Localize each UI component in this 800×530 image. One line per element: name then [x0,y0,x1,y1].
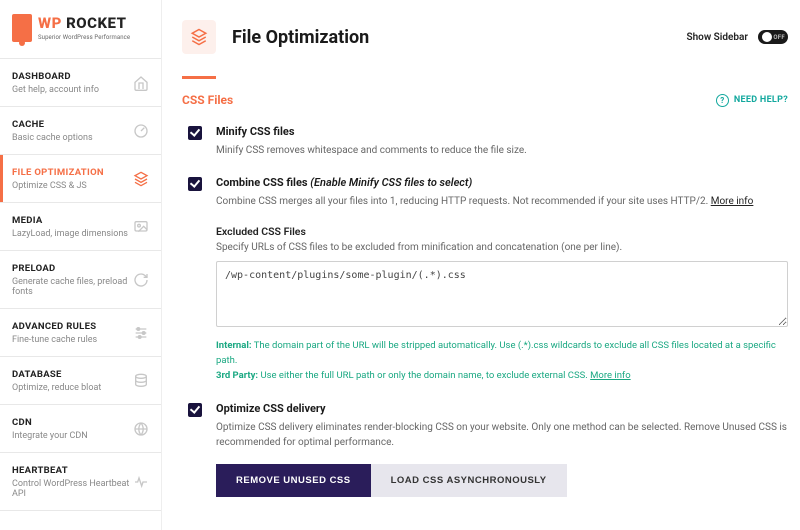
page-header: File Optimization Show Sidebar OFF [182,0,788,54]
main-content: File Optimization Show Sidebar OFF CSS F… [162,0,800,530]
database-icon [133,373,149,389]
help-icon: ? [716,94,729,107]
sidebar-item-database[interactable]: DATABASEOptimize, reduce bloat [0,356,161,404]
sidebar-item-cache[interactable]: CACHEBasic cache options [0,106,161,154]
excluded-css-heading: Excluded CSS Files [216,225,788,238]
optimize-css-checkbox[interactable] [188,403,202,417]
logo: WP ROCKET Superior WordPress Performance [0,0,161,58]
image-icon [133,219,149,235]
need-help-link[interactable]: ?NEED HELP? [716,94,788,107]
sidebar: WP ROCKET Superior WordPress Performance… [0,0,162,530]
excluded-css-hints: Internal: The domain part of the URL wil… [216,338,788,384]
sidebar-item-file-optimization[interactable]: FILE OPTIMIZATIONOptimize CSS & JS [0,154,161,202]
sidebar-item-preload[interactable]: PRELOADGenerate cache files, preload fon… [0,250,161,308]
page-title: File Optimization [232,27,369,48]
section-title: CSS Files [182,93,233,107]
page-icon [182,20,216,54]
home-icon [133,75,149,91]
load-css-async-button[interactable]: LOAD CSS ASYNCHRONOUSLY [371,464,567,497]
sidebar-item-advanced-rules[interactable]: ADVANCED RULESFine-tune cache rules [0,308,161,356]
excluded-css-desc: Specify URLs of CSS files to be excluded… [216,242,788,253]
nav: DASHBOARDGet help, account info CACHEBas… [0,58,161,530]
combine-css-title: Combine CSS files (Enable Minify CSS fil… [216,176,788,189]
third-party-more-info-link[interactable]: More info [590,370,631,381]
globe-icon [133,421,149,437]
remove-unused-css-button[interactable]: REMOVE UNUSED CSS [216,464,371,497]
optimize-css-title: Optimize CSS delivery [216,402,788,415]
show-sidebar-toggle[interactable]: OFF [758,30,788,44]
logo-text: WP ROCKET [38,14,130,32]
gauge-icon [133,123,149,139]
logo-tagline: Superior WordPress Performance [38,34,130,41]
sidebar-item-cdn[interactable]: CDNIntegrate your CDN [0,404,161,452]
option-optimize-css-delivery: Optimize CSS delivery Optimize CSS deliv… [188,402,788,497]
sidebar-item-heartbeat[interactable]: HEARTBEATControl WordPress Heartbeat API [0,452,161,511]
combine-css-desc: Combine CSS merges all your files into 1… [216,194,788,209]
sidebar-item-media[interactable]: MEDIALazyLoad, image dimensions [0,202,161,250]
sliders-icon [133,325,149,341]
option-combine-css: Combine CSS files (Enable Minify CSS fil… [188,176,788,384]
minify-css-title: Minify CSS files [216,125,788,138]
option-minify-css: Minify CSS files Minify CSS removes whit… [188,125,788,158]
show-sidebar-label: Show Sidebar [686,32,748,43]
layers-icon [133,171,149,187]
minify-css-desc: Minify CSS removes whitespace and commen… [216,143,788,158]
sidebar-item-dashboard[interactable]: DASHBOARDGet help, account info [0,58,161,106]
active-tab-indicator [182,76,216,79]
excluded-css-textarea[interactable]: /wp-content/plugins/some-plugin/(.*).css [216,261,788,327]
combine-css-checkbox[interactable] [188,177,202,191]
rocket-icon [12,14,32,42]
combine-more-info-link[interactable]: More info [711,196,754,207]
heartbeat-icon [133,474,149,490]
minify-css-checkbox[interactable] [188,126,202,140]
refresh-icon [133,272,149,288]
optimize-css-desc: Optimize CSS delivery eliminates render-… [216,420,788,450]
